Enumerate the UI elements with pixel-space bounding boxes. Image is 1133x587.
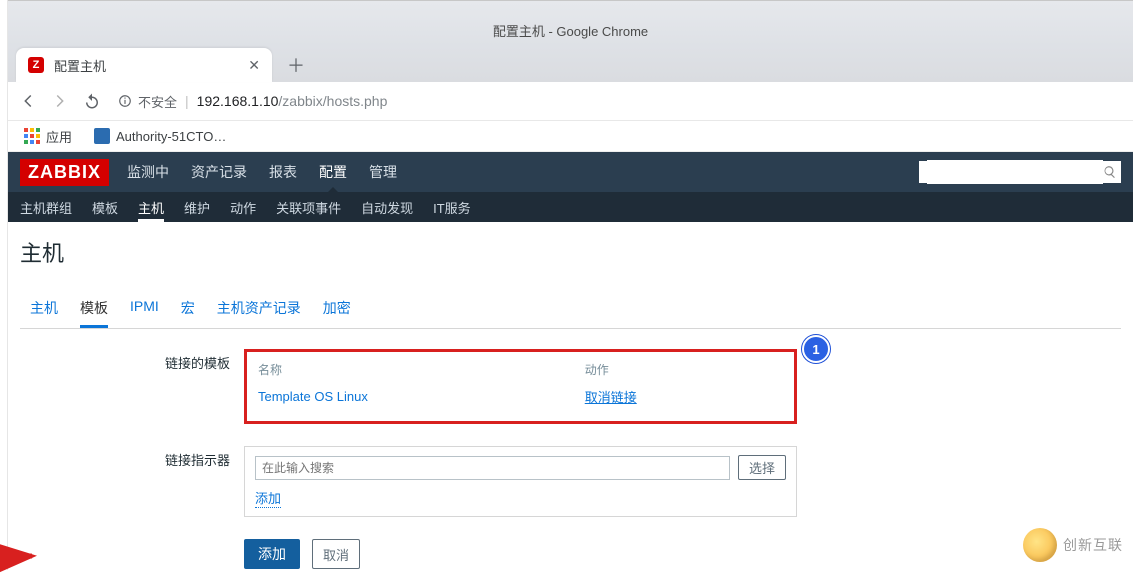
subnav-hostgroups[interactable]: 主机群组 (20, 192, 72, 222)
bookmarks-bar: 应用 Authority-51CTO… (8, 121, 1133, 152)
url-host: 192.168.1.10 (197, 93, 279, 109)
reload-button[interactable] (78, 87, 106, 115)
watermark: 创新互联 (1023, 528, 1123, 562)
form-tabs: 主机 模板 IPMI 宏 主机资产记录 加密 (20, 292, 1121, 329)
reload-icon (83, 92, 101, 110)
form-tab-ipmi[interactable]: IPMI (130, 292, 159, 328)
apps-grid-icon (24, 128, 40, 144)
link-new-box: 选择 添加 (244, 446, 797, 517)
tab-favicon-zabbix: Z (28, 57, 44, 73)
tab-title: 配置主机 (54, 56, 238, 75)
url-path: /zabbix/hosts.php (278, 93, 387, 109)
forward-button[interactable] (46, 87, 74, 115)
link-new-label: 链接指示器 (30, 446, 244, 469)
zabbix-logo[interactable]: ZABBIX (20, 159, 109, 186)
subnav-itservices[interactable]: IT服务 (433, 192, 471, 222)
zabbix-main-nav: ZABBIX 监测中 资产记录 报表 配置 管理 (8, 152, 1133, 192)
apps-label: 应用 (46, 127, 72, 146)
form-tab-host[interactable]: 主机 (30, 292, 58, 328)
form-tab-templates[interactable]: 模板 (80, 292, 108, 328)
subnav-correlation[interactable]: 关联项事件 (276, 192, 341, 222)
nav-monitoring[interactable]: 监测中 (127, 152, 169, 192)
back-button[interactable] (14, 87, 42, 115)
linked-template-row: Template OS Linux 取消链接 (257, 386, 784, 407)
subnav-templates[interactable]: 模板 (92, 192, 118, 222)
linked-template-unlink[interactable]: 取消链接 (585, 390, 637, 405)
bookmark-item[interactable]: Authority-51CTO… (88, 125, 232, 147)
tab-close-icon[interactable]: ✕ (248, 57, 260, 74)
apps-button[interactable]: 应用 (18, 124, 78, 149)
form-tab-inventory[interactable]: 主机资产记录 (217, 292, 301, 328)
link-new-search-input[interactable] (255, 456, 730, 480)
link-new-add-link[interactable]: 添加 (255, 488, 281, 508)
page-title: 主机 (8, 222, 1133, 276)
linked-col-name: 名称 (257, 360, 584, 386)
annotation-callout-1: 1 (802, 335, 830, 363)
linked-templates-box: 名称 动作 Template OS Linux 取消链接 (244, 349, 797, 424)
host-form-card: 主机 模板 IPMI 宏 主机资产记录 加密 链接的模板 名称 动作 (20, 282, 1121, 587)
arrow-left-icon (19, 92, 37, 110)
address-bar[interactable]: 不安全 | 192.168.1.10/zabbix/hosts.php (110, 87, 1127, 115)
form-tab-macros[interactable]: 宏 (181, 292, 195, 328)
subnav-actions[interactable]: 动作 (230, 192, 256, 222)
new-tab-button[interactable]: ＋ (282, 51, 310, 79)
cancel-button[interactable]: 取消 (312, 539, 360, 569)
nav-administration[interactable]: 管理 (369, 152, 397, 192)
browser-toolbar: 不安全 | 192.168.1.10/zabbix/hosts.php (8, 82, 1133, 121)
zabbix-sub-nav: 主机群组 模板 主机 维护 动作 关联项事件 自动发现 IT服务 (8, 192, 1133, 222)
bookmark-title: Authority-51CTO… (116, 129, 226, 144)
arrow-right-icon (51, 92, 69, 110)
submit-button[interactable]: 添加 (244, 539, 300, 569)
watermark-text: 创新互联 (1063, 535, 1123, 555)
nav-inventory[interactable]: 资产记录 (191, 152, 247, 192)
watermark-logo-icon (1023, 528, 1057, 562)
link-new-select-button[interactable]: 选择 (738, 455, 786, 480)
linked-templates-label: 链接的模板 (30, 349, 244, 372)
linked-template-name[interactable]: Template OS Linux (258, 389, 368, 404)
window-title: 配置主机 - Google Chrome (493, 21, 648, 40)
url-text: 192.168.1.10/zabbix/hosts.php (197, 93, 388, 109)
subnav-discovery[interactable]: 自动发现 (361, 192, 413, 222)
search-icon[interactable] (1103, 165, 1117, 179)
subnav-maintenance[interactable]: 维护 (184, 192, 210, 222)
security-label: 不安全 (138, 92, 177, 111)
global-search[interactable] (919, 161, 1121, 183)
browser-tabstrip: Z 配置主机 ✕ ＋ (8, 46, 1133, 82)
nav-configuration[interactable]: 配置 (319, 152, 347, 192)
linked-col-action: 动作 (584, 360, 784, 386)
browser-tab[interactable]: Z 配置主机 ✕ (16, 48, 272, 82)
global-search-input[interactable] (927, 160, 1103, 184)
info-icon (118, 94, 132, 108)
window-titlebar: 配置主机 - Google Chrome (8, 0, 1133, 46)
form-tab-encryption[interactable]: 加密 (323, 292, 351, 328)
subnav-hosts[interactable]: 主机 (138, 192, 164, 222)
nav-reports[interactable]: 报表 (269, 152, 297, 192)
bookmark-favicon (94, 128, 110, 144)
